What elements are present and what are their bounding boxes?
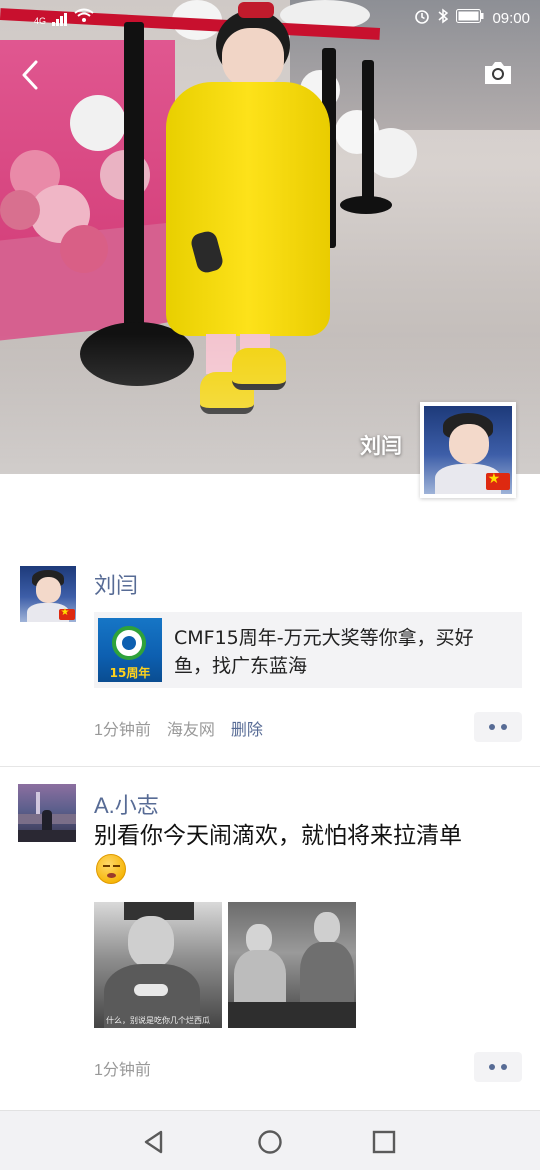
post-divider — [0, 766, 540, 767]
post-author-name[interactable]: A.小志 — [94, 788, 159, 820]
square-recents-icon — [367, 1130, 401, 1163]
photo-watermelon — [134, 984, 168, 996]
status-left: 4G — [34, 8, 94, 26]
network-type-label: 4G — [34, 16, 47, 26]
signal-icon — [52, 12, 68, 26]
back-button[interactable] — [18, 58, 42, 92]
barrier-post — [124, 22, 144, 352]
balloon — [0, 190, 40, 230]
post-author-avatar[interactable] — [20, 566, 76, 622]
moments-screen: 4G 09:00 刘闫 ★ ★ 刘闫 15周年 CMF15周年-万元大奖等你拿，… — [0, 0, 540, 1170]
photo-caption: 什么，别说是吃你几个烂西瓜 — [106, 1016, 210, 1025]
link-thumbnail-text: 15周年 — [109, 666, 151, 680]
photo-person-head — [128, 916, 174, 968]
child-yellow-coat — [166, 82, 330, 336]
status-right: 09:00 — [414, 8, 530, 28]
nav-back-button[interactable] — [137, 1125, 171, 1159]
wifi-icon — [74, 8, 94, 26]
post-author-name[interactable]: 刘闫 — [94, 568, 138, 600]
post-meta: 1分钟前 海友网 删除 — [94, 716, 263, 740]
child-face — [222, 28, 284, 88]
triangle-back-icon — [137, 1130, 171, 1163]
battery-icon — [456, 9, 484, 27]
bluetooth-icon — [438, 8, 449, 28]
post-meta: 1分钟前 — [94, 1056, 151, 1080]
system-nav-bar — [0, 1110, 540, 1170]
shared-link-card[interactable]: 15周年 CMF15周年-万元大奖等你拿，买好鱼，找广东蓝海 — [94, 612, 522, 688]
post-more-button[interactable] — [474, 712, 522, 742]
cover-user-name: 刘闫 — [360, 435, 402, 458]
delete-link[interactable]: 删除 — [231, 716, 263, 740]
barrier-post — [362, 60, 374, 208]
circle-home-icon — [253, 1130, 287, 1163]
post-time: 1分钟前 — [94, 1062, 151, 1079]
nav-recents-button[interactable] — [367, 1125, 401, 1159]
balloon — [60, 225, 108, 273]
nav-home-button[interactable] — [253, 1125, 287, 1159]
post-author-avatar[interactable] — [18, 784, 76, 842]
balloon — [70, 95, 126, 151]
link-thumbnail: 15周年 — [98, 618, 162, 682]
camera-icon — [482, 62, 514, 92]
more-dots-icon — [489, 724, 495, 730]
china-flag-icon — [59, 607, 75, 620]
cover-avatar[interactable] — [420, 402, 516, 498]
alarm-icon — [414, 8, 430, 28]
status-time: 09:00 — [492, 9, 530, 27]
photo-ground — [228, 1002, 356, 1028]
photo-person-head — [314, 912, 340, 944]
ground — [18, 830, 76, 842]
post-time: 1分钟前 — [94, 722, 151, 739]
post-text: 别看你今天闹滴欢，就怕将来拉清单 — [94, 823, 462, 849]
barrier-base — [340, 196, 392, 214]
avatar — [20, 566, 76, 622]
china-flag-icon — [485, 471, 511, 491]
link-title: CMF15周年-万元大奖等你拿，买好鱼，找广东蓝海 — [174, 627, 474, 677]
smirk-emoji-icon — [96, 854, 126, 884]
avatar — [424, 406, 512, 494]
post-photo[interactable]: 什么，别说是吃你几个烂西瓜 — [94, 902, 222, 1028]
status-bar: 4G 09:00 — [0, 0, 540, 36]
post-source[interactable]: 海友网 — [167, 716, 215, 740]
post-more-button[interactable] — [474, 1052, 522, 1082]
chevron-left-icon — [18, 60, 42, 96]
post-photo[interactable] — [228, 902, 356, 1028]
photo-person-body — [234, 950, 286, 1010]
camera-button[interactable] — [482, 58, 514, 88]
more-dots-icon — [489, 1064, 495, 1070]
